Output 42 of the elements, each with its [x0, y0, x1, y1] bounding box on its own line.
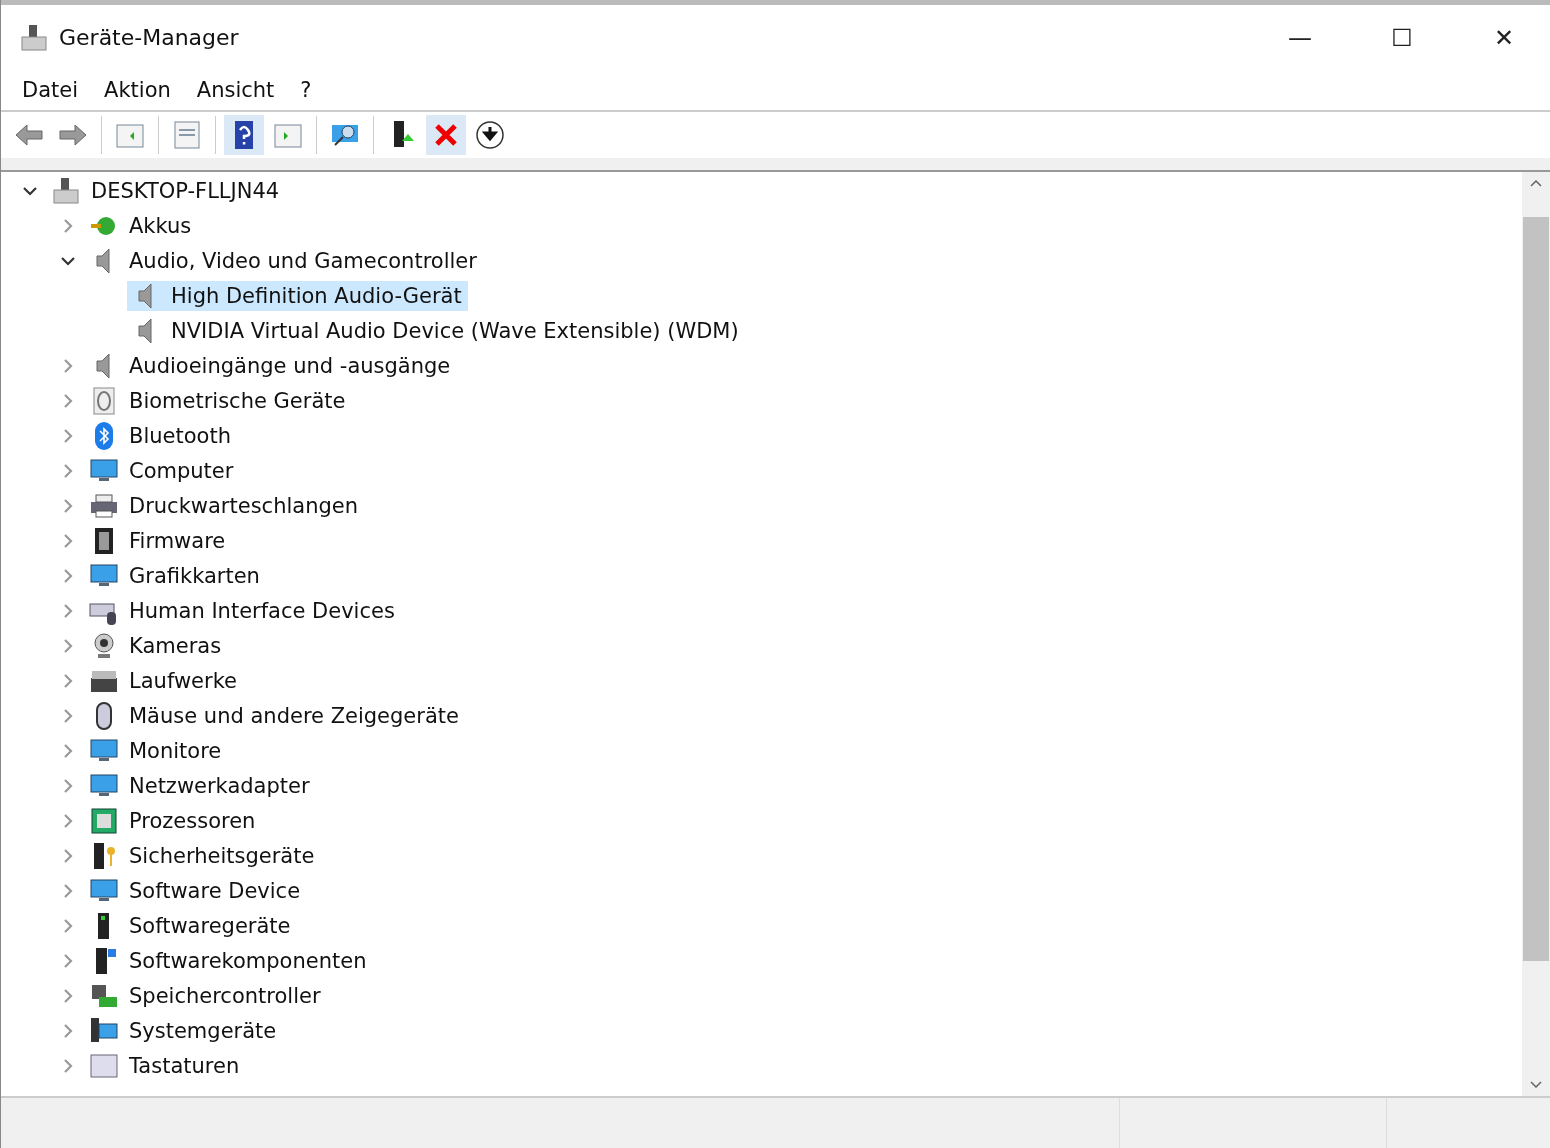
tree-item[interactable]: High Definition Audio-Gerät: [127, 280, 468, 311]
tree-item[interactable]: Software Device: [123, 875, 307, 906]
tree-item[interactable]: Human Interface Devices: [123, 595, 401, 626]
computer-icon: [51, 175, 81, 206]
tree-item[interactable]: Laufwerke: [123, 665, 243, 696]
menu-item[interactable]: Aktion: [91, 78, 184, 102]
computer-icon: [19, 22, 49, 53]
tree-item[interactable]: Biometrische Geräte: [123, 385, 352, 416]
tree-item[interactable]: Netzwerkadapter: [123, 770, 316, 801]
scroll-up-icon[interactable]: [1530, 180, 1542, 187]
scroll-down-icon[interactable]: [1530, 1081, 1542, 1088]
delete-icon[interactable]: [426, 115, 466, 155]
tree-item[interactable]: Speichercontroller: [123, 980, 327, 1011]
tree-item[interactable]: Kameras: [123, 630, 228, 661]
minimize-button[interactable]: —: [1254, 7, 1346, 68]
tree-item[interactable]: DESKTOP-FLLJN44: [85, 175, 286, 206]
tree-item[interactable]: Akkus: [123, 210, 198, 241]
tree-item[interactable]: Mäuse und andere Zeigegeräte: [123, 700, 465, 731]
tree-item[interactable]: Softwaregeräte: [123, 910, 297, 941]
menu-item[interactable]: Datei: [9, 78, 92, 102]
help-icon[interactable]: [224, 115, 264, 155]
tree-item[interactable]: Grafikkarten: [123, 560, 266, 591]
tree-item[interactable]: Computer: [123, 455, 240, 486]
tree-item[interactable]: Bluetooth: [123, 420, 237, 451]
tree-item[interactable]: Softwarekomponenten: [123, 945, 373, 976]
tree-item[interactable]: Tastaturen: [123, 1050, 246, 1081]
processor-icon: [89, 805, 119, 836]
tree-item[interactable]: Audio, Video und Gamecontroller: [123, 245, 483, 276]
tree-item[interactable]: Audioeingänge und -ausgänge: [123, 350, 457, 381]
tree-item[interactable]: Druckwarteschlangen: [123, 490, 365, 521]
tree-item[interactable]: Systemgeräte: [123, 1015, 283, 1046]
menu-item[interactable]: Ansicht: [183, 78, 288, 102]
tree-item[interactable]: Sicherheitsgeräte: [123, 840, 321, 871]
menu-item[interactable]: ?: [287, 78, 325, 102]
close-button[interactable]: ✕: [1458, 7, 1550, 68]
window-title: Geräte-Manager: [59, 25, 240, 50]
maximize-button[interactable]: ☐: [1356, 7, 1448, 68]
scrollbar[interactable]: [1522, 172, 1550, 1096]
tree-item[interactable]: NVIDIA Virtual Audio Device (Wave Extensible) (WDM): [127, 315, 745, 346]
tree-item[interactable]: Monitore: [123, 735, 228, 766]
tree-item[interactable]: Prozessoren: [123, 805, 262, 836]
tree-item[interactable]: Firmware: [123, 525, 232, 556]
